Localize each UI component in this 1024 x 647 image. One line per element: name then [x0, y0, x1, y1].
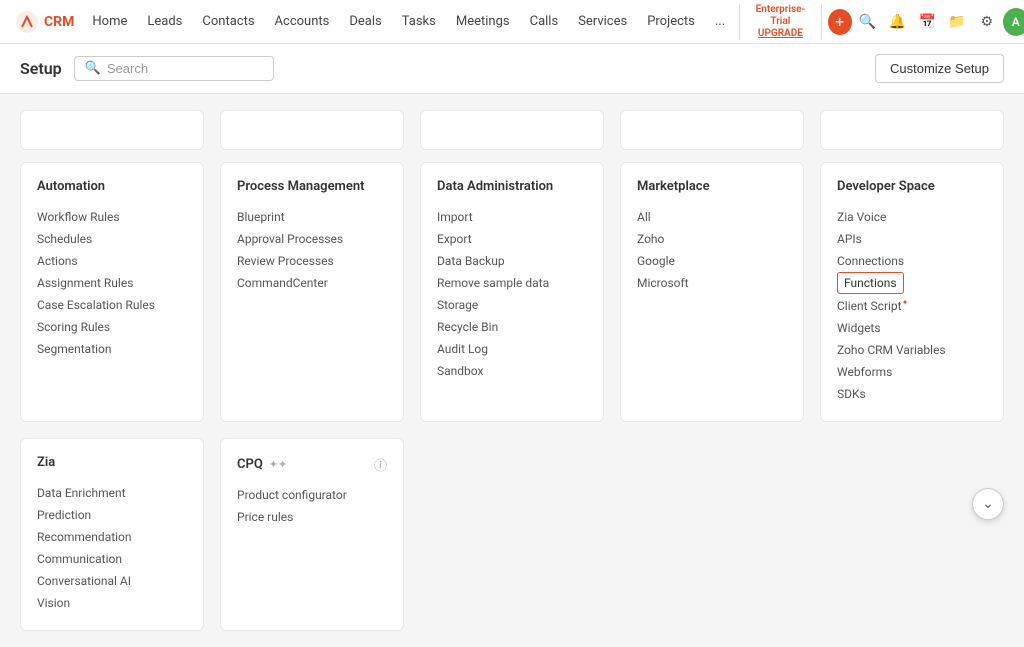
marketplace-microsoft-link[interactable]: Microsoft — [637, 272, 787, 294]
settings-button[interactable]: ⚙ — [973, 7, 1001, 37]
import-link[interactable]: Import — [437, 206, 587, 228]
cpq-header: CPQ ✦✦ ⓘ — [237, 455, 387, 474]
conversational-ai-link[interactable]: Conversational AI — [37, 570, 187, 592]
partial-cards-row — [20, 110, 1004, 150]
setup-search-box[interactable]: 🔍 — [74, 56, 274, 81]
logo-text: CRM — [44, 14, 74, 30]
search-button[interactable]: 🔍 — [854, 7, 882, 37]
workflow-rules-link[interactable]: Workflow Rules — [37, 206, 187, 228]
vision-link[interactable]: Vision — [37, 592, 187, 614]
marketplace-title: Marketplace — [637, 179, 787, 194]
new-badge: ✦ — [902, 298, 909, 307]
add-button[interactable]: + — [828, 9, 852, 35]
price-rules-link[interactable]: Price rules — [237, 506, 387, 528]
segmentation-link[interactable]: Segmentation — [37, 338, 187, 360]
marketplace-card: Marketplace All Zoho Google Microsoft — [620, 162, 804, 422]
actions-link[interactable]: Actions — [37, 250, 187, 272]
storage-link[interactable]: Storage — [437, 294, 587, 316]
nav-items: Home Leads Contacts Accounts Deals Tasks… — [82, 0, 735, 44]
data-enrichment-link[interactable]: Data Enrichment — [37, 482, 187, 504]
cpq-card: CPQ ✦✦ ⓘ Product configurator Price rule… — [220, 438, 404, 631]
schedules-link[interactable]: Schedules — [37, 228, 187, 250]
partial-card-2 — [220, 110, 404, 150]
remove-sample-data-link[interactable]: Remove sample data — [437, 272, 587, 294]
top-navigation: CRM Home Leads Contacts Accounts Deals T… — [0, 0, 1024, 44]
apis-link[interactable]: APIs — [837, 228, 987, 250]
data-backup-link[interactable]: Data Backup — [437, 250, 587, 272]
setup-title: Setup — [20, 59, 62, 78]
widgets-link[interactable]: Widgets — [837, 317, 987, 339]
webforms-link[interactable]: Webforms — [837, 361, 987, 383]
marketplace-all-link[interactable]: All — [637, 206, 787, 228]
calendar-button[interactable]: 📅 — [913, 7, 941, 37]
sdks-link[interactable]: SDKs — [837, 383, 987, 405]
search-input[interactable] — [107, 61, 263, 76]
setup-header: Setup 🔍 Customize Setup — [0, 44, 1024, 94]
automation-card: Automation Workflow Rules Schedules Acti… — [20, 162, 204, 422]
logo[interactable]: CRM — [8, 11, 82, 33]
notifications-button[interactable]: 🔔 — [884, 7, 912, 37]
communication-link[interactable]: Communication — [37, 548, 187, 570]
nav-tasks[interactable]: Tasks — [392, 0, 446, 44]
zoho-crm-variables-link[interactable]: Zoho CRM Variables — [837, 339, 987, 361]
developer-space-card: Developer Space Zia Voice APIs Connectio… — [820, 162, 1004, 422]
enterprise-badge: Enterprise-Trial UPGRADE — [739, 4, 821, 40]
blueprint-link[interactable]: Blueprint — [237, 206, 387, 228]
partial-card-5 — [820, 110, 1004, 150]
avatar[interactable]: A — [1003, 8, 1024, 36]
process-management-title: Process Management — [237, 179, 387, 194]
main-cards-grid: Automation Workflow Rules Schedules Acti… — [20, 162, 1004, 422]
search-icon: 🔍 — [85, 61, 101, 76]
scroll-down-button[interactable]: ⌄ — [972, 488, 1004, 520]
data-administration-title: Data Administration — [437, 179, 587, 194]
recycle-bin-link[interactable]: Recycle Bin — [437, 316, 587, 338]
partial-card-1 — [20, 110, 204, 150]
scoring-rules-link[interactable]: Scoring Rules — [37, 316, 187, 338]
nav-deals[interactable]: Deals — [339, 0, 391, 44]
marketplace-google-link[interactable]: Google — [637, 250, 787, 272]
functions-link[interactable]: Functions — [837, 272, 904, 294]
cpq-icon: ✦✦ — [269, 458, 287, 471]
commandcenter-link[interactable]: CommandCenter — [237, 272, 387, 294]
zia-title: Zia — [37, 455, 187, 470]
review-processes-link[interactable]: Review Processes — [237, 250, 387, 272]
bottom-cards-grid: Zia Data Enrichment Prediction Recommend… — [20, 438, 1004, 631]
inbox-button[interactable]: 📁 — [943, 7, 971, 37]
client-script-link[interactable]: Client Script✦ — [837, 294, 987, 317]
nav-services[interactable]: Services — [568, 0, 637, 44]
recommendation-link[interactable]: Recommendation — [37, 526, 187, 548]
nav-right: Enterprise-Trial UPGRADE + 🔍 🔔 📅 📁 ⚙ A — [735, 4, 1024, 40]
customize-setup-button[interactable]: Customize Setup — [875, 54, 1004, 83]
audit-log-link[interactable]: Audit Log — [437, 338, 587, 360]
zia-voice-link[interactable]: Zia Voice — [837, 206, 987, 228]
process-management-card: Process Management Blueprint Approval Pr… — [220, 162, 404, 422]
approval-processes-link[interactable]: Approval Processes — [237, 228, 387, 250]
product-configurator-link[interactable]: Product configurator — [237, 484, 387, 506]
partial-card-4 — [620, 110, 804, 150]
assignment-rules-link[interactable]: Assignment Rules — [37, 272, 187, 294]
nav-home[interactable]: Home — [82, 0, 137, 44]
case-escalation-link[interactable]: Case Escalation Rules — [37, 294, 187, 316]
cpq-title-row: CPQ ✦✦ — [237, 457, 287, 472]
export-link[interactable]: Export — [437, 228, 587, 250]
data-administration-card: Data Administration Import Export Data B… — [420, 162, 604, 422]
marketplace-zoho-link[interactable]: Zoho — [637, 228, 787, 250]
prediction-link[interactable]: Prediction — [37, 504, 187, 526]
nav-leads[interactable]: Leads — [137, 0, 192, 44]
nav-meetings[interactable]: Meetings — [446, 0, 520, 44]
nav-calls[interactable]: Calls — [520, 0, 569, 44]
nav-more[interactable]: ... — [705, 0, 735, 44]
main-content: Automation Workflow Rules Schedules Acti… — [0, 94, 1024, 647]
zia-card: Zia Data Enrichment Prediction Recommend… — [20, 438, 204, 631]
developer-space-title: Developer Space — [837, 179, 987, 194]
connections-link[interactable]: Connections — [837, 250, 987, 272]
nav-projects[interactable]: Projects — [637, 0, 705, 44]
nav-accounts[interactable]: Accounts — [265, 0, 340, 44]
sandbox-link[interactable]: Sandbox — [437, 360, 587, 382]
nav-contacts[interactable]: Contacts — [192, 0, 264, 44]
cpq-info-icon[interactable]: ⓘ — [374, 455, 387, 474]
automation-title: Automation — [37, 179, 187, 194]
partial-card-3 — [420, 110, 604, 150]
cpq-title: CPQ — [237, 457, 263, 472]
